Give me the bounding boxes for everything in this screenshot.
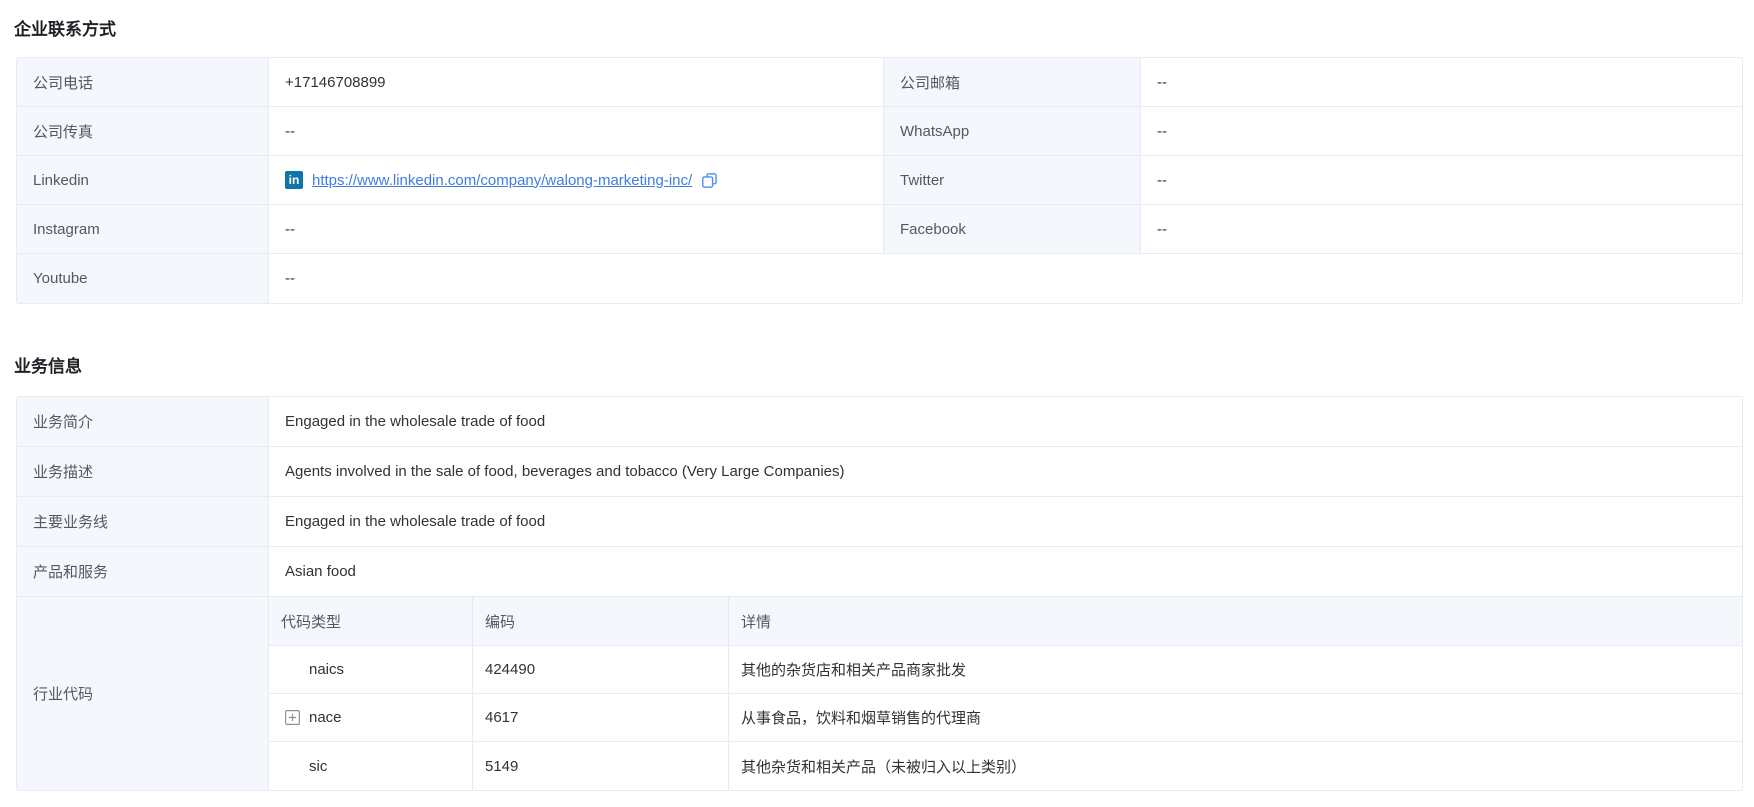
field-value-facebook: -- (1141, 205, 1742, 253)
industry-codes-header: 代码类型 编码 详情 (269, 597, 1742, 646)
field-label-whatsapp: WhatsApp (884, 107, 1141, 155)
code-detail-cell: 其他的杂货店和相关产品商家批发 (729, 646, 1742, 693)
column-header-code: 编码 (473, 597, 729, 645)
expand-placeholder (283, 661, 301, 679)
field-label-main-business-line: 主要业务线 (17, 497, 269, 546)
code-value-cell: 424490 (473, 646, 729, 693)
code-type-text: naics (309, 661, 344, 678)
field-value-youtube: -- (269, 254, 884, 303)
field-value-linkedin: in https://www.linkedin.com/company/walo… (269, 156, 884, 204)
field-label-youtube: Youtube (17, 254, 269, 303)
business-section: 业务信息 业务简介 Engaged in the wholesale trade… (16, 357, 1743, 791)
contact-section-title: 企业联系方式 (14, 20, 1743, 40)
code-type-text: sic (309, 758, 327, 775)
field-value-main-business-line: Engaged in the wholesale trade of food (269, 497, 1742, 546)
contact-section: 企业联系方式 公司电话 +17146708899 公司邮箱 -- 公司传真 --… (16, 20, 1743, 304)
code-type-text: nace (309, 709, 342, 726)
field-value-email: -- (1141, 58, 1742, 106)
table-row: 产品和服务 Asian food (17, 547, 1742, 597)
code-value-cell: 5149 (473, 742, 729, 790)
business-section-title: 业务信息 (14, 357, 1743, 377)
field-label-instagram: Instagram (17, 205, 269, 253)
contact-table: 公司电话 +17146708899 公司邮箱 -- 公司传真 -- WhatsA… (16, 57, 1743, 304)
field-label-email: 公司邮箱 (884, 58, 1141, 106)
industry-code-row-naics: naics 424490 其他的杂货店和相关产品商家批发 (269, 646, 1742, 694)
field-value-fax: -- (269, 107, 884, 155)
table-row: 业务简介 Engaged in the wholesale trade of f… (17, 397, 1742, 447)
expand-placeholder (283, 757, 301, 775)
industry-codes-row: 行业代码 代码类型 编码 详情 (17, 597, 1742, 790)
column-header-detail: 详情 (729, 597, 1742, 645)
field-value-business-description: Agents involved in the sale of food, bev… (269, 447, 1742, 496)
field-value-whatsapp: -- (1141, 107, 1742, 155)
linkedin-icon: in (285, 171, 303, 189)
copy-icon[interactable] (701, 172, 718, 189)
business-table: 业务简介 Engaged in the wholesale trade of f… (16, 396, 1743, 791)
field-label-twitter: Twitter (884, 156, 1141, 204)
industry-code-row-sic: sic 5149 其他杂货和相关产品（未被归入以上类别） (269, 742, 1742, 790)
linkedin-url-link[interactable]: https://www.linkedin.com/company/walong-… (312, 172, 692, 189)
column-header-code-type: 代码类型 (269, 597, 473, 645)
field-value-instagram: -- (269, 205, 884, 253)
code-type-cell: nace (269, 694, 473, 741)
field-value-business-summary: Engaged in the wholesale trade of food (269, 397, 1742, 446)
field-label-fax: 公司传真 (17, 107, 269, 155)
code-detail-cell: 其他杂货和相关产品（未被归入以上类别） (729, 742, 1742, 790)
field-label-products-services: 产品和服务 (17, 547, 269, 596)
field-label-business-description: 业务描述 (17, 447, 269, 496)
industry-code-row-nace: nace 4617 从事食品，饮料和烟草销售的代理商 (269, 694, 1742, 742)
table-row: 业务描述 Agents involved in the sale of food… (17, 447, 1742, 497)
code-detail-cell: 从事食品，饮料和烟草销售的代理商 (729, 694, 1742, 741)
field-value-twitter: -- (1141, 156, 1742, 204)
field-value-phone: +17146708899 (269, 58, 884, 106)
expand-icon[interactable] (283, 709, 301, 727)
code-type-cell: sic (269, 742, 473, 790)
field-label-linkedin: Linkedin (17, 156, 269, 204)
table-row: 主要业务线 Engaged in the wholesale trade of … (17, 497, 1742, 547)
field-label-business-summary: 业务简介 (17, 397, 269, 446)
table-row: 公司电话 +17146708899 公司邮箱 -- (17, 58, 1742, 107)
industry-codes-table: 代码类型 编码 详情 naics 4 (269, 597, 1742, 790)
company-profile-page: 企业联系方式 公司电话 +17146708899 公司邮箱 -- 公司传真 --… (0, 0, 1754, 791)
table-row: Youtube -- (17, 254, 1742, 303)
field-value-products-services: Asian food (269, 547, 1742, 596)
field-label-industry-codes: 行业代码 (17, 597, 269, 790)
table-row: Instagram -- Facebook -- (17, 205, 1742, 254)
table-row: 公司传真 -- WhatsApp -- (17, 107, 1742, 156)
table-row: Linkedin in https://www.linkedin.com/com… (17, 156, 1742, 205)
code-type-cell: naics (269, 646, 473, 693)
code-value-cell: 4617 (473, 694, 729, 741)
field-label-phone: 公司电话 (17, 58, 269, 106)
empty-cell (884, 254, 1742, 303)
field-label-facebook: Facebook (884, 205, 1141, 253)
